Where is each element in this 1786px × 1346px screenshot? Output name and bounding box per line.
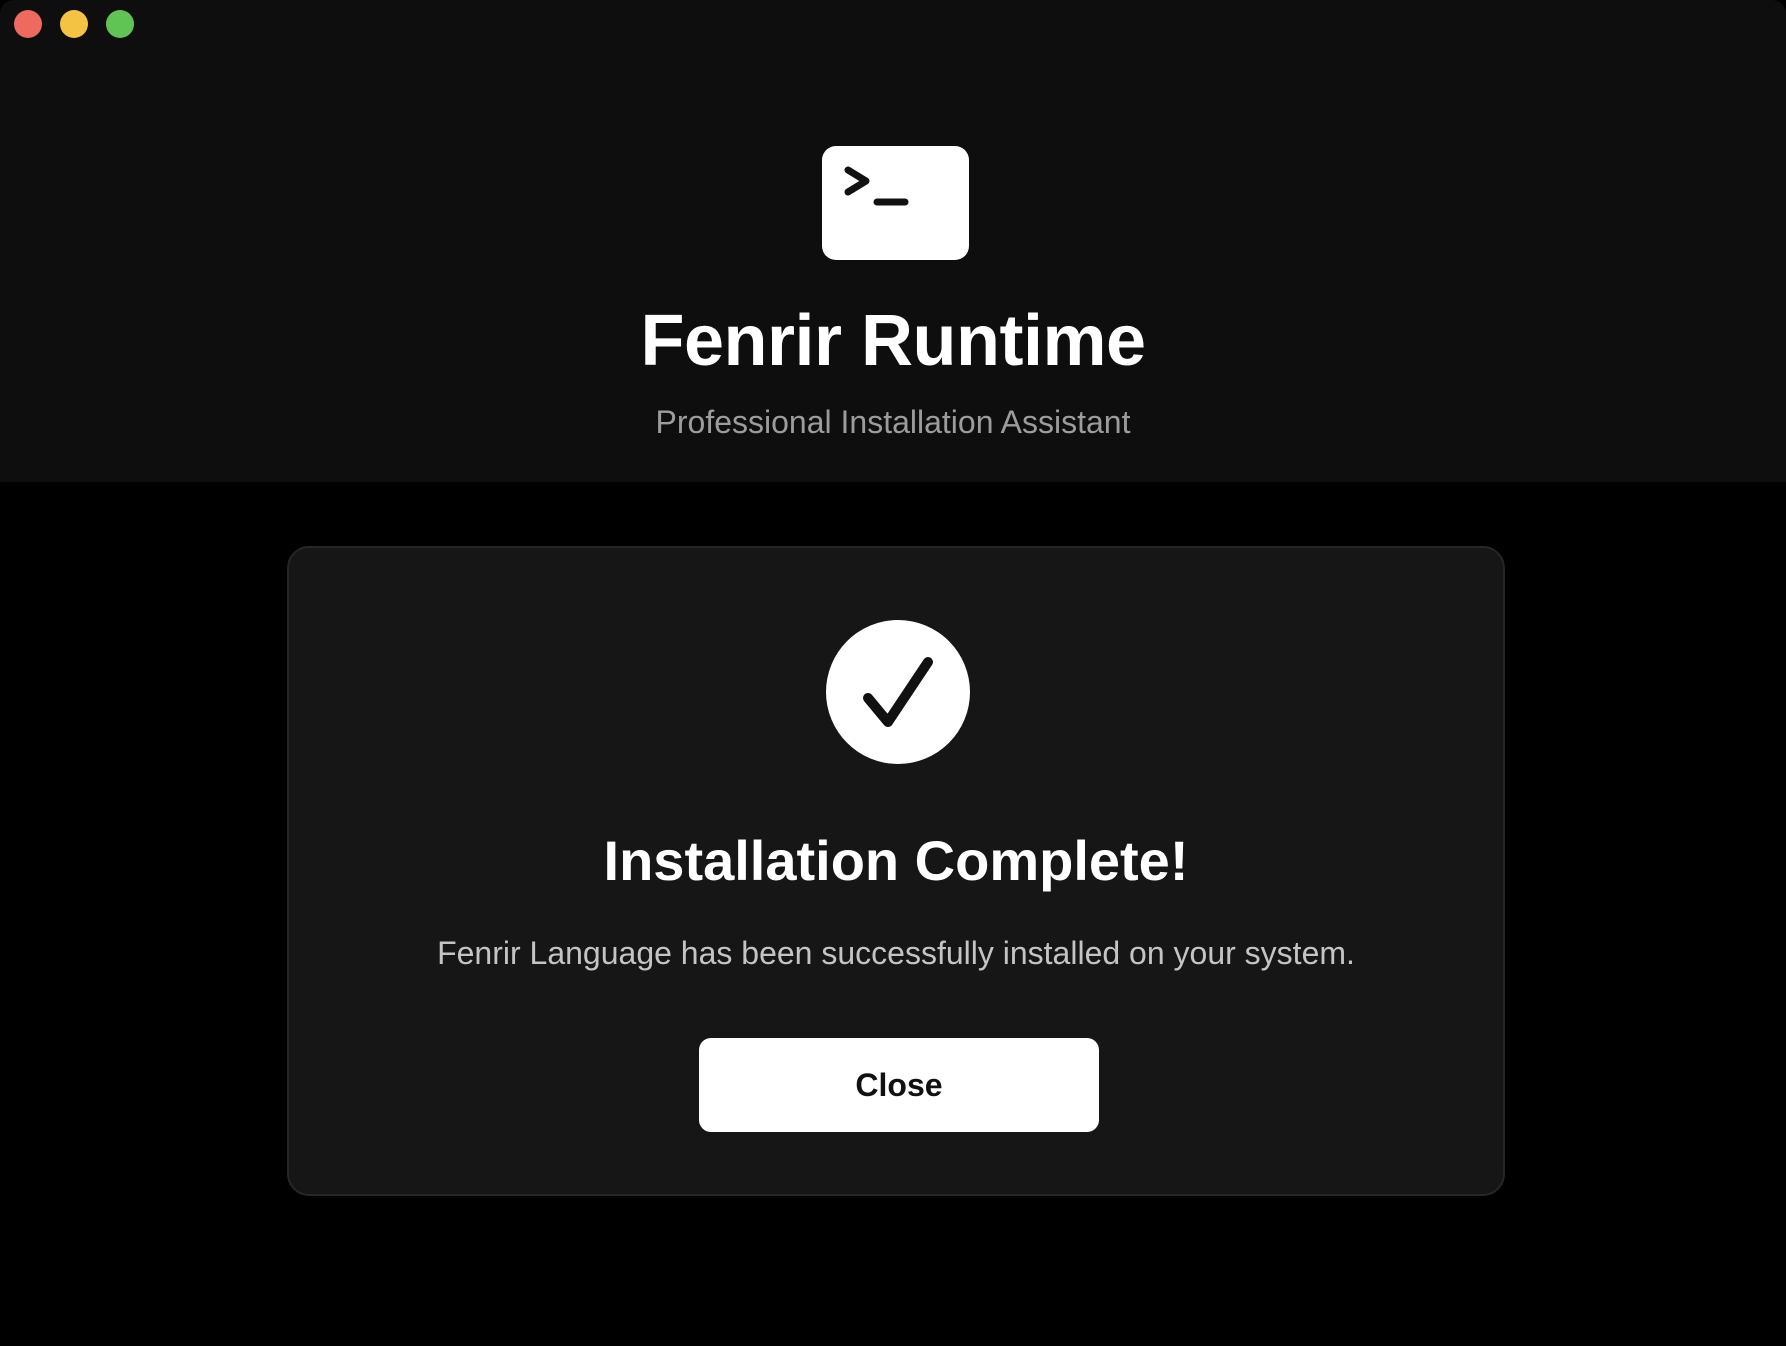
header-section: Fenrir Runtime Professional Installation… (0, 0, 1786, 482)
app-subtitle: Professional Installation Assistant (655, 404, 1131, 440)
window-zoom-button[interactable] (106, 10, 134, 38)
terminal-prompt-icon (822, 146, 969, 260)
app-title: Fenrir Runtime (640, 301, 1146, 381)
completion-message: Fenrir Language has been successfully in… (437, 935, 1355, 971)
window-close-button[interactable] (14, 10, 42, 38)
completion-title: Installation Complete! (603, 829, 1189, 892)
completion-card: Installation Complete! Fenrir Language h… (287, 546, 1505, 1196)
window-controls (14, 10, 134, 38)
window-minimize-button[interactable] (60, 10, 88, 38)
close-button[interactable]: Close (699, 1038, 1099, 1132)
installer-window: Fenrir Runtime Professional Installation… (0, 0, 1786, 1346)
checkmark-circle-icon (826, 620, 970, 764)
